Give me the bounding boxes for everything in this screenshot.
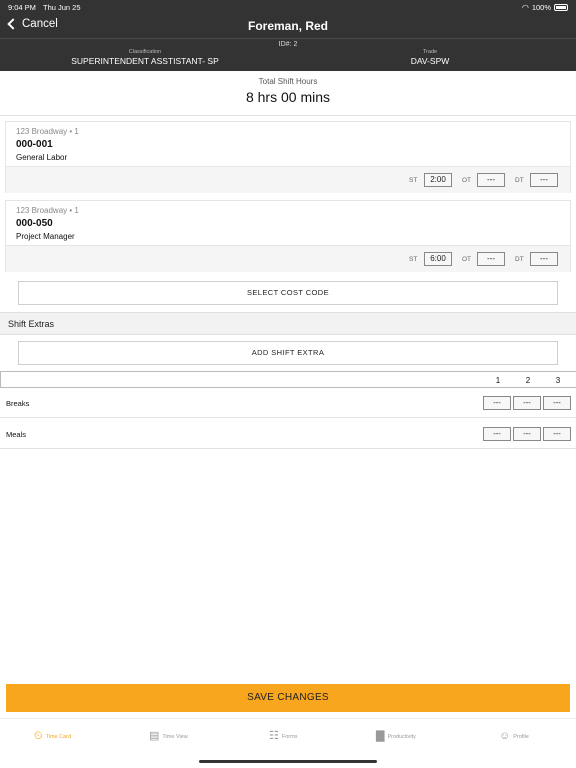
st-hours-field[interactable]: 6:00 (424, 252, 452, 266)
cost-code-description: Project Manager (16, 232, 75, 241)
cost-code-location: 123 Broadway • 1 (16, 127, 79, 136)
column-header: 3 (555, 376, 561, 385)
break-cell[interactable]: --- (543, 396, 571, 410)
meal-cell[interactable]: --- (543, 427, 571, 441)
ot-hours-field[interactable]: --- (477, 252, 505, 266)
tab-label: Time View (162, 733, 188, 740)
select-cost-code-button[interactable]: SELECT COST CODE (18, 281, 558, 305)
ot-label: OT (462, 256, 472, 263)
calendar-icon: ▤ (149, 730, 160, 742)
wifi-icon: ◠ (521, 3, 529, 12)
cost-code-card[interactable]: 123 Broadway • 1 000-050 Project Manager… (5, 200, 571, 272)
st-label: ST (409, 256, 418, 263)
tab-label: Profile (513, 733, 529, 740)
tab-productivity[interactable]: ▇ Productivity (376, 731, 416, 742)
tab-forms[interactable]: ☷ Forms (269, 731, 297, 742)
shift-extras-header: Shift Extras (0, 312, 576, 335)
column-header: 2 (525, 376, 531, 385)
classification-value: SUPERINTENDENT ASSTISTANT- SP (71, 56, 219, 66)
meals-row: Meals --- --- --- (0, 419, 576, 449)
breaks-label: Breaks (6, 399, 30, 408)
save-changes-button[interactable]: SAVE CHANGES (6, 684, 570, 712)
shift-extras-title: Shift Extras (8, 319, 55, 329)
column-header: 1 (495, 376, 501, 385)
dt-label: DT (515, 177, 524, 184)
cost-code-location: 123 Broadway • 1 (16, 206, 79, 215)
cost-code-hours-row: ST 6:00 OT --- DT --- (6, 245, 570, 272)
employee-id: ID#: 2 (278, 41, 298, 48)
battery-icon (554, 4, 568, 11)
meal-cell[interactable]: --- (483, 427, 511, 441)
cost-code-card[interactable]: 123 Broadway • 1 000-001 General Labor S… (5, 121, 571, 193)
tab-time-view[interactable]: ▤ Time View (149, 731, 188, 742)
total-shift-hours: Total Shift Hours 8 hrs 00 mins (0, 71, 576, 116)
timecard-icon: ⏲ (34, 730, 43, 742)
breaks-row: Breaks --- --- --- (0, 388, 576, 418)
classification-block: Classification SUPERINTENDENT ASSTISTANT… (60, 49, 230, 66)
status-right: ◠ 100% (522, 3, 568, 12)
tab-label: Forms (281, 733, 298, 740)
tab-label: Time Card (45, 733, 72, 740)
dt-hours-field[interactable]: --- (530, 173, 558, 187)
dt-label: DT (515, 256, 524, 263)
trade-label: Trade (422, 49, 438, 55)
person-icon: ☺ (499, 730, 511, 742)
cost-code-hours-row: ST 2:00 OT --- DT --- (6, 166, 570, 193)
page-title: Foreman, Red (247, 19, 328, 33)
nav-bar: Cancel Foreman, Red (0, 14, 576, 38)
cost-code-number: 000-050 (16, 218, 53, 229)
st-label: ST (409, 177, 418, 184)
header-divider (0, 38, 576, 39)
cost-code-description: General Labor (16, 153, 68, 162)
home-indicator (199, 760, 377, 763)
dt-hours-field[interactable]: --- (530, 252, 558, 266)
total-label: Total Shift Hours (258, 77, 318, 86)
cost-code-number: 000-001 (16, 139, 53, 150)
tab-profile[interactable]: ☺ Profile (499, 731, 529, 742)
tab-bar: ⏲ Time Card ▤ Time View ☷ Forms ▇ Produc… (0, 718, 576, 758)
meals-label: Meals (6, 430, 27, 439)
break-cell[interactable]: --- (483, 396, 511, 410)
tab-time-card[interactable]: ⏲ Time Card (34, 731, 71, 742)
meal-cell[interactable]: --- (513, 427, 541, 441)
tab-label: Productivity (387, 733, 416, 740)
header-bar: 9:04 PM Thu Jun 25 ◠ 100% Cancel Foreman… (0, 0, 576, 71)
st-hours-field[interactable]: 2:00 (424, 173, 452, 187)
battery-percent: 100% (531, 3, 551, 12)
trade-value: DAV-SPW (410, 56, 450, 66)
bar-chart-icon: ▇ (376, 730, 385, 742)
add-shift-extra-button[interactable]: ADD SHIFT EXTRA (18, 341, 558, 365)
status-date: Thu Jun 25 (43, 3, 81, 12)
status-bar: 9:04 PM Thu Jun 25 ◠ 100% (0, 0, 576, 14)
total-value: 8 hrs 00 mins (245, 89, 331, 105)
trade-block: Trade DAV-SPW (345, 49, 515, 66)
status-time: 9:04 PM (8, 3, 36, 12)
classification-label: Classification (128, 49, 162, 55)
ot-hours-field[interactable]: --- (477, 173, 505, 187)
break-cell[interactable]: --- (513, 396, 541, 410)
clipboard-icon: ☷ (269, 730, 279, 742)
ot-label: OT (462, 177, 472, 184)
shift-extras-column-header: 1 2 3 (0, 371, 576, 388)
